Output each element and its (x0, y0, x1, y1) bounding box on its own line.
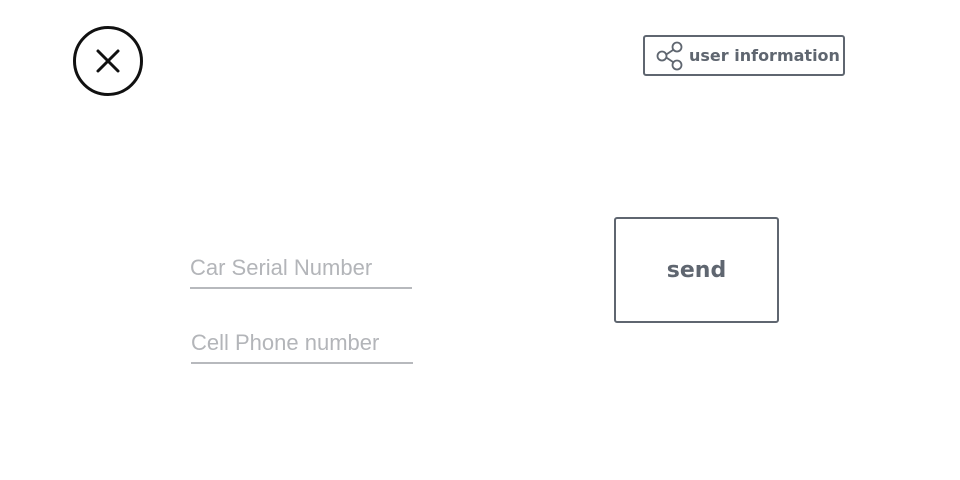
car-serial-number-input[interactable] (190, 249, 412, 289)
close-button[interactable] (73, 26, 143, 96)
user-information-label: user information (689, 46, 840, 65)
send-button[interactable]: send (614, 217, 779, 323)
cell-phone-number-input[interactable] (191, 324, 413, 364)
close-icon (96, 49, 120, 73)
user-information-button[interactable]: user information (643, 35, 845, 76)
share-icon (656, 41, 683, 70)
